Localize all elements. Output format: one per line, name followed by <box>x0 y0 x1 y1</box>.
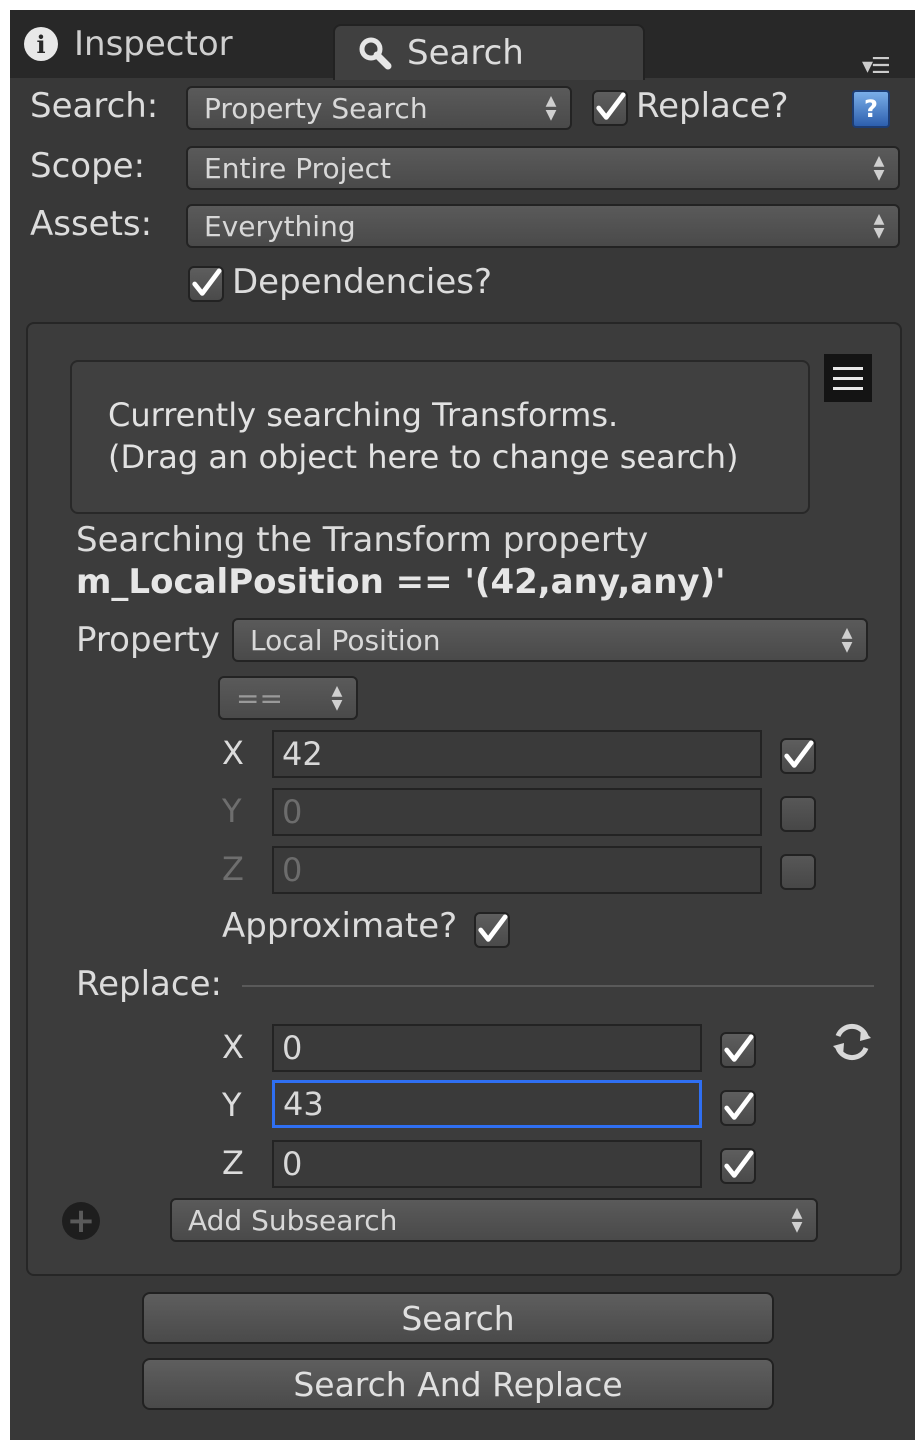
dependencies-checkbox[interactable] <box>188 266 224 302</box>
property-label: Property <box>76 620 220 660</box>
replace-checkbox[interactable] <box>592 90 628 126</box>
menu-icon[interactable] <box>824 354 872 402</box>
assets-value: Everything <box>204 209 356 243</box>
search-x-field[interactable]: 42 <box>272 730 762 778</box>
search-z-field[interactable]: 0 <box>272 846 762 894</box>
assets-dropdown[interactable]: Everything ▲ ▼ <box>186 204 900 248</box>
dependencies-label: Dependencies? <box>232 262 493 302</box>
object-drop-zone[interactable]: Currently searching Transforms. (Drag an… <box>70 360 810 514</box>
search-panel: i Inspector Search ▾☰ Search: Property S… <box>10 10 915 1440</box>
scope-label: Scope: <box>30 146 146 186</box>
replace-x-label: X <box>222 1028 244 1066</box>
search-expression: m_LocalPosition == '(42,any,any)' <box>76 562 726 602</box>
info-icon: i <box>24 27 58 61</box>
assets-label: Assets: <box>30 204 153 244</box>
replace-label: Replace? <box>636 86 789 126</box>
search-y-field[interactable]: 0 <box>272 788 762 836</box>
help-icon[interactable]: ? <box>852 90 890 128</box>
refresh-icon[interactable] <box>828 1018 876 1066</box>
checkmark-icon <box>724 1092 754 1120</box>
property-dropdown[interactable]: Local Position ▲ ▼ <box>232 618 868 662</box>
replace-z-field[interactable]: 0 <box>272 1140 702 1188</box>
search-description: Searching the Transform property <box>76 520 649 560</box>
dropdown-arrows-icon: ▲ ▼ <box>331 683 343 713</box>
replace-y-label: Y <box>222 1086 242 1124</box>
search-y-checkbox[interactable] <box>780 796 816 832</box>
replace-x-checkbox[interactable] <box>720 1032 756 1068</box>
property-value: Local Position <box>250 623 441 657</box>
drop-zone-line-2: (Drag an object here to change search) <box>108 438 739 476</box>
checkmark-icon <box>724 1034 754 1062</box>
tab-search-label: Search <box>407 33 524 73</box>
operator-dropdown[interactable]: == ▲ ▼ <box>218 676 358 720</box>
drop-zone-line-1: Currently searching Transforms. <box>108 396 619 434</box>
replace-x-field[interactable]: 0 <box>272 1024 702 1072</box>
search-z-label: Z <box>222 850 244 888</box>
checkmark-icon <box>478 914 508 942</box>
tab-inspector[interactable]: i Inspector <box>24 10 334 78</box>
search-and-replace-button[interactable]: Search And Replace <box>142 1358 774 1410</box>
replace-y-field[interactable]: 43 <box>272 1080 702 1128</box>
magnifier-icon <box>359 37 392 70</box>
operator-value: == <box>236 681 283 715</box>
search-x-checkbox[interactable] <box>780 738 816 774</box>
add-subsearch-label: Add Subsearch <box>188 1203 398 1237</box>
scope-value: Entire Project <box>204 151 392 185</box>
search-button[interactable]: Search <box>142 1292 774 1344</box>
checkmark-icon <box>192 268 222 296</box>
checkmark-icon <box>724 1150 754 1178</box>
search-x-label: X <box>222 734 244 772</box>
dropdown-arrows-icon: ▲ ▼ <box>545 93 557 123</box>
replace-divider <box>242 985 874 987</box>
add-subsearch-dropdown[interactable]: Add Subsearch ▲ ▼ <box>170 1198 818 1242</box>
scope-dropdown[interactable]: Entire Project ▲ ▼ <box>186 146 900 190</box>
search-type-dropdown[interactable]: Property Search ▲ ▼ <box>186 86 572 130</box>
replace-z-checkbox[interactable] <box>720 1148 756 1184</box>
approximate-label: Approximate? <box>222 906 458 946</box>
tab-inspector-label: Inspector <box>74 24 233 64</box>
dropdown-arrows-icon: ▲ ▼ <box>873 153 885 183</box>
add-subsearch-plus-icon[interactable]: + <box>62 1202 100 1240</box>
dropdown-arrows-icon: ▲ ▼ <box>791 1205 803 1235</box>
checkmark-icon <box>784 740 814 768</box>
tab-menu-icon[interactable]: ▾☰ <box>862 54 891 79</box>
search-y-label: Y <box>222 792 242 830</box>
checkmark-icon <box>596 92 626 120</box>
dropdown-arrows-icon: ▲ ▼ <box>873 211 885 241</box>
search-type-value: Property Search <box>204 91 428 125</box>
search-z-checkbox[interactable] <box>780 854 816 890</box>
replace-y-checkbox[interactable] <box>720 1090 756 1126</box>
approximate-checkbox[interactable] <box>474 912 510 948</box>
search-label: Search: <box>30 86 159 126</box>
replace-z-label: Z <box>222 1144 244 1182</box>
replace-section-label: Replace: <box>76 964 222 1004</box>
dropdown-arrows-icon: ▲ ▼ <box>841 625 853 655</box>
tab-search[interactable]: Search <box>333 24 645 80</box>
